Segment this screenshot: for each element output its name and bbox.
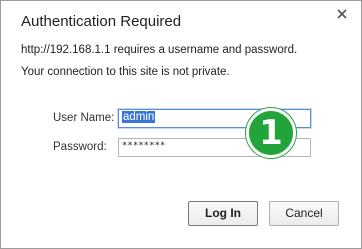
password-label: Password: — [53, 141, 107, 153]
dialog-title: Authentication Required — [21, 13, 182, 30]
login-button[interactable]: Log In — [188, 201, 258, 226]
cancel-button[interactable]: Cancel — [269, 201, 339, 226]
password-value: ******** — [122, 141, 166, 151]
close-icon[interactable] — [335, 7, 349, 21]
message-line-2: Your connection to this site is not priv… — [21, 66, 230, 78]
message-line-1: http://192.168.1.1 requires a username a… — [21, 44, 298, 56]
username-value: admin — [122, 111, 156, 123]
username-label: User Name: — [53, 112, 115, 124]
step-number-badge: 1 — [246, 108, 296, 158]
auth-dialog: Authentication Required http://192.168.1… — [0, 0, 362, 249]
